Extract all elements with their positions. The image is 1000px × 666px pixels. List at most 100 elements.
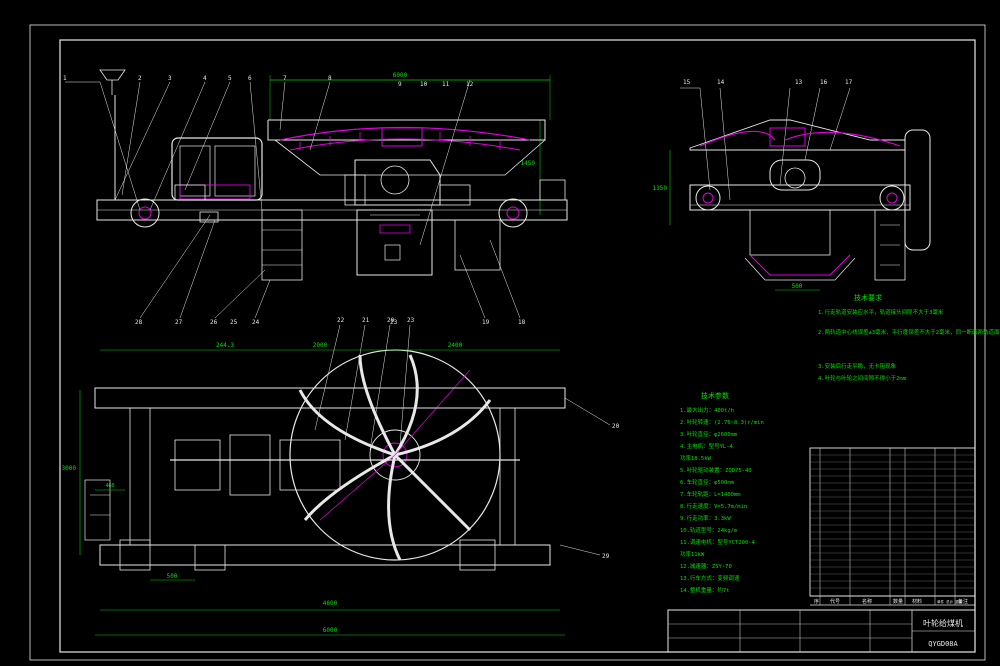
callout-1: 1 <box>63 75 67 82</box>
control-lever <box>99 69 126 200</box>
plan-bottom-b-text: 6000 <box>323 627 338 634</box>
callout-9: 9 <box>398 81 402 88</box>
end-frame <box>689 184 911 281</box>
side-callout-leaders <box>65 79 521 319</box>
drawing-title: 叶轮给煤机 <box>923 618 963 628</box>
callout-21: 21 <box>362 317 370 324</box>
param-4b: 功率18.5kW <box>680 454 712 462</box>
plan-dimensions: 244.3 2000 2400 3000 500 4600 6000 460 <box>62 342 565 636</box>
hopper <box>267 119 546 176</box>
tech-req-1: 1.行走轨道安装应水平，轨道接头间隙不大于3毫米 <box>818 308 944 316</box>
callout-25: 25 <box>230 319 238 326</box>
plan-height-text: 3000 <box>62 465 77 472</box>
side-callouts-bottom: 28 27 26 25 24 23 19 18 <box>135 319 526 326</box>
side-wheel-right <box>498 198 528 228</box>
plan-small-text: 500 <box>167 573 178 580</box>
side-right-dimension-text: 1450 <box>521 160 536 167</box>
engineering-drawing-canvas: 6000 1450 1 2 3 4 5 6 7 8 9 10 11 12 28 … <box>29 24 1000 661</box>
param-10: 10.轨道型号：24kg/m <box>680 526 738 534</box>
callout-8: 8 <box>328 75 332 82</box>
plan-frame <box>94 387 566 571</box>
technical-parameters: 技术参数 1.最大出力：400t/h 2.叶轮转速：(2.76~8.3)r/mi… <box>680 391 764 594</box>
param-5: 5.叶轮驱动装置：ZQD75-40 <box>680 466 752 474</box>
side-wheel-left <box>130 198 160 228</box>
end-callouts: 15 14 13 16 17 <box>680 79 853 201</box>
callout-28: 28 <box>135 319 143 326</box>
callout-15: 15 <box>683 79 691 86</box>
param-9: 9.行走功率：3.3kW <box>680 514 731 522</box>
param-3: 3.叶轮直径：φ2600mm <box>680 430 738 438</box>
plan-bottom-a-text: 4600 <box>323 600 338 607</box>
hdr-remark: 备注 <box>958 598 968 605</box>
side-right-dimension: 1450 <box>521 120 541 215</box>
callout-17: 17 <box>845 79 853 86</box>
callout-13: 13 <box>795 79 803 86</box>
side-top-dimension-text: 6000 <box>393 72 408 79</box>
plan-right-seg-text: 2400 <box>448 342 463 349</box>
param-13: 13.行车方式：变频调速 <box>680 574 740 582</box>
callout-18: 18 <box>518 319 526 326</box>
side-callouts-top: 1 2 3 4 5 6 7 8 9 10 11 12 <box>63 75 474 88</box>
hdr-material: 材料 <box>912 598 922 605</box>
end-dimensions: 1350 500 <box>653 150 820 291</box>
tech-params-title: 技术参数 <box>701 391 729 400</box>
param-8: 8.行走速度：V=5.7m/min <box>680 502 747 510</box>
end-bottom-text: 500 <box>792 283 803 290</box>
end-elevation-view: 15 14 13 16 17 1350 500 <box>653 79 931 291</box>
param-11b: 功率11kW <box>680 550 705 558</box>
drive-shaft <box>160 179 566 223</box>
hdr-name: 名称 <box>862 598 872 605</box>
param-14: 14.整机重量：约7t <box>680 586 730 594</box>
end-chute <box>744 254 856 281</box>
callout-16: 16 <box>820 79 828 86</box>
callout-3: 3 <box>168 75 172 82</box>
technical-requirements: 技术要求 1.行走轨道安装应水平，轨道接头间隙不大于3毫米 2.两轨道中心线误差… <box>818 293 1000 382</box>
callout-20-top: 20 <box>387 317 395 324</box>
callout-22: 22 <box>337 317 345 324</box>
operator-cage <box>171 137 263 201</box>
tech-req-title: 技术要求 <box>854 293 882 302</box>
hdr-code: 代号 <box>830 598 840 605</box>
impeller-gearbox <box>344 159 441 206</box>
callout-4: 4 <box>203 75 207 82</box>
plan-left-small-text: 460 <box>105 483 114 489</box>
callout-19: 19 <box>482 319 490 326</box>
callout-24: 24 <box>252 319 260 326</box>
callout-12: 12 <box>466 81 474 88</box>
param-2: 2.叶轮转速：(2.76~8.3)r/min <box>680 418 764 426</box>
callout-6: 6 <box>248 75 252 82</box>
callout-27: 27 <box>175 319 183 326</box>
callout-14: 14 <box>717 79 725 86</box>
tech-req-3: 3.安装后行走平稳，无卡阻现象 <box>818 362 897 370</box>
param-1: 1.最大出力：400t/h <box>680 406 734 414</box>
end-height-text: 1350 <box>653 185 668 192</box>
drawing-code: QYGD08A <box>928 640 958 648</box>
tech-req-4: 4.叶轮与叶轮之间间隙不得小于2mm <box>818 374 907 382</box>
callout-10: 10 <box>420 81 428 88</box>
param-6: 6.车轮直径：φ500mm <box>680 478 735 486</box>
chassis-frame <box>96 199 568 281</box>
callout-26: 26 <box>210 319 218 326</box>
side-top-dimension: 6000 <box>269 72 551 120</box>
callout-11: 11 <box>442 81 450 88</box>
plan-mid-seg-text: 2000 <box>313 342 328 349</box>
parts-list-header: 序 代号 名称 数量 材料 单件 总计 重量 备注 <box>814 598 968 605</box>
plan-left-seg-text: 244.3 <box>216 342 234 349</box>
callout-20-side: 20 <box>612 423 620 430</box>
hdr-seq: 序 <box>814 598 819 605</box>
callout-29: 29 <box>602 553 610 560</box>
side-elevation-view: 6000 1450 1 2 3 4 5 6 7 8 9 10 11 12 28 … <box>63 69 568 326</box>
param-7: 7.车轮轨距：L=1400mm <box>680 490 741 498</box>
tech-req-2: 2.两轨道中心线误差±3毫米，平行度误差不大于2毫米，同一断面两轨道面高低差不大… <box>818 328 1000 336</box>
parts-list: 序 代号 名称 数量 材料 单件 总计 重量 备注 <box>809 447 976 606</box>
callout-5: 5 <box>228 75 232 82</box>
param-4: 4.主电机：型号YL-4 <box>680 442 734 450</box>
callout-23-top: 23 <box>407 317 415 324</box>
param-12: 12.减速器：ZSY-70 <box>680 562 732 570</box>
callout-2: 2 <box>138 75 142 82</box>
impeller <box>289 349 501 561</box>
plan-left-fittings <box>84 479 111 541</box>
param-11: 11.调速电机：型号YCT200-4 <box>680 538 756 546</box>
callout-7: 7 <box>283 75 287 82</box>
title-block: 叶轮给煤机 QYGD08A <box>667 609 976 653</box>
